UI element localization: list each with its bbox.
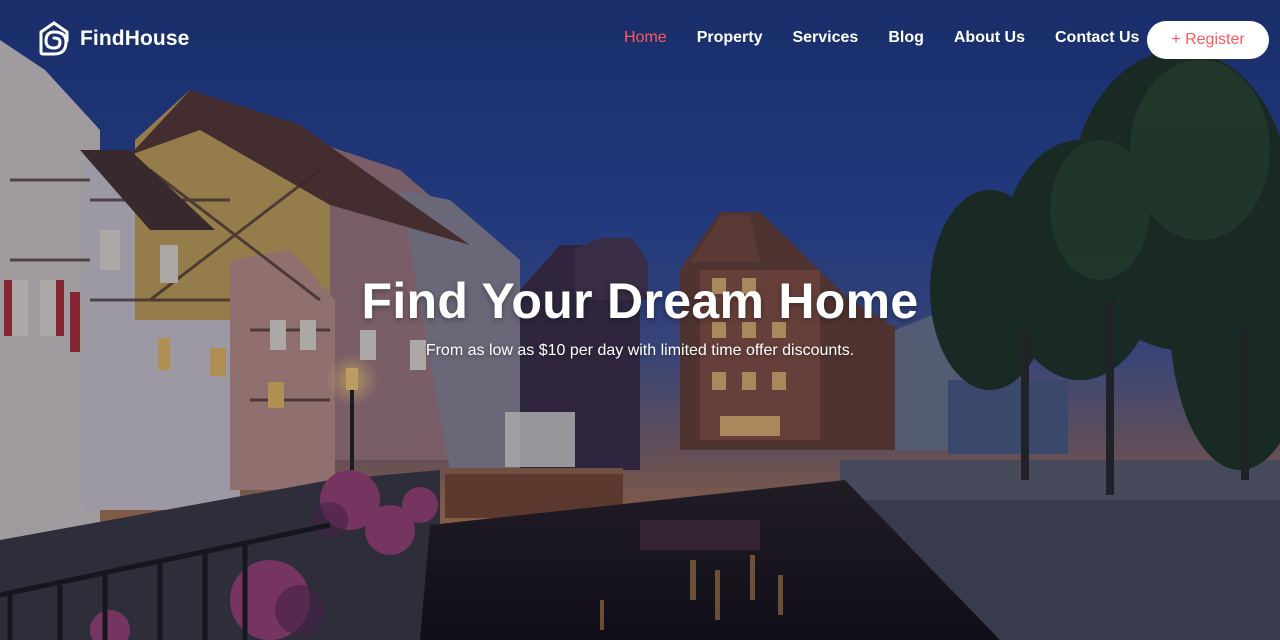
nav-item-services[interactable]: Services (792, 29, 858, 47)
main-nav: Home Property Services Blog About Us Con… (624, 29, 1139, 47)
hero-subtitle: From as low as $10 per day with limited … (425, 342, 855, 359)
site-header: FindHouse Home Property Services Blog Ab… (0, 0, 1280, 80)
brand-name: FindHouse (80, 27, 190, 50)
register-button[interactable]: + Register (1147, 21, 1269, 59)
nav-item-contact-us[interactable]: Contact Us (1055, 29, 1139, 47)
hero-title: Find Your Dream Home (361, 273, 919, 329)
nav-item-home[interactable]: Home (624, 29, 667, 47)
nav-item-about-us[interactable]: About Us (954, 29, 1025, 47)
nav-item-property[interactable]: Property (697, 29, 763, 47)
nav-item-blog[interactable]: Blog (888, 29, 924, 47)
house-pin-icon (39, 21, 69, 56)
brand-logo[interactable]: FindHouse (38, 21, 189, 57)
